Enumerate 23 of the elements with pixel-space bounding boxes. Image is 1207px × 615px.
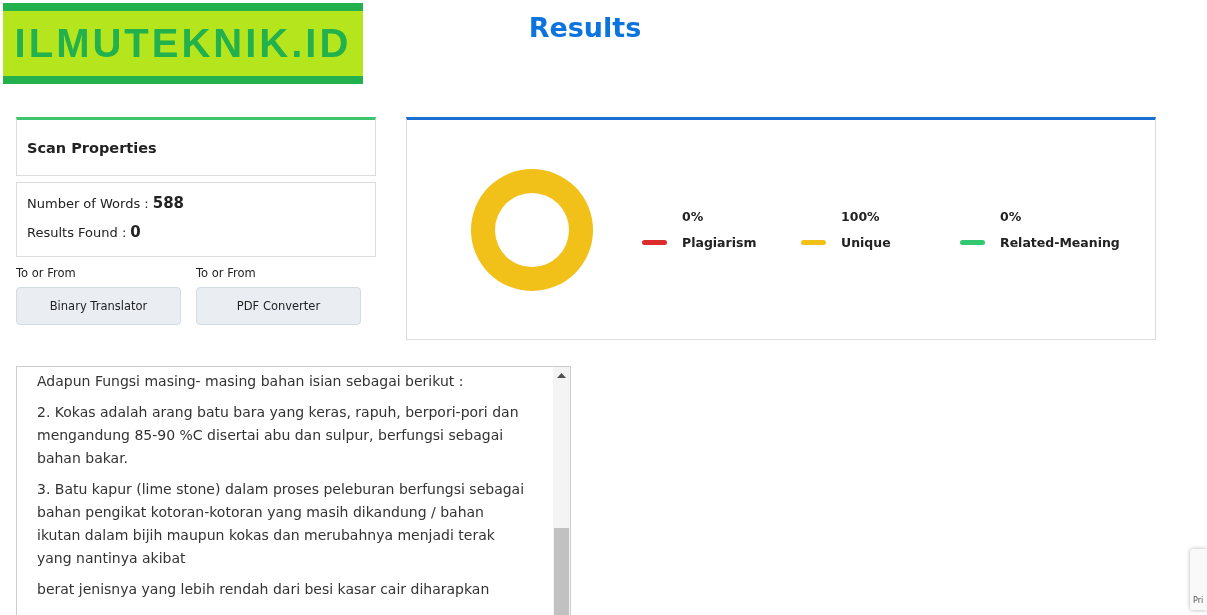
stat-label: Results Found :	[27, 225, 127, 240]
card-title: Scan Properties	[27, 139, 157, 156]
scroll-up-icon[interactable]	[557, 373, 566, 378]
paragraph: 3. Batu kapur (lime stone) dalam proses peleburan berfungsi sebagai bahan pengikat kotoran-kotoran yang masih dikandung / bahan ikutan dalam bijih maupun kokas dan merubahnya menjadi terak yang nantinya akibat	[37, 480, 526, 568]
tool-caption: To or From	[196, 265, 256, 281]
legend-label: Unique	[841, 235, 891, 250]
tool-button[interactable]: Binary Translator	[16, 287, 181, 325]
scrollbar-thumb[interactable]	[554, 528, 569, 615]
page-title: Results	[528, 11, 642, 45]
tool-caption: To or From	[16, 265, 76, 281]
stat-label: Number of Words :	[27, 196, 149, 211]
paragraph: Adapun Fungsi masing- masing bahan isian sebagai berikut :	[37, 372, 465, 391]
paragraph: berat jenisnya yang lebih rendah dari besi kasar cair diharapkan	[37, 580, 491, 599]
legend-value: 100%	[841, 209, 880, 224]
legend-value: 0%	[1000, 209, 1022, 224]
stat-value: 0	[130, 223, 141, 241]
legend-label: Related-Meaning	[1000, 235, 1120, 250]
paragraph: 2. Kokas adalah arang batu bara yang keras, rapuh, berpori-pori dan mengandung 85-90 %C disertai abu dan sulpur, berfungsi sebagai bahan bakar.	[37, 403, 520, 468]
tool-button[interactable]: PDF Converter	[196, 287, 361, 325]
legend-value: 0%	[682, 209, 704, 224]
legend-label: Plagiarism	[682, 235, 757, 250]
badge-text[interactable]: Pri	[1193, 596, 1204, 606]
stat-value: 588	[152, 194, 185, 212]
